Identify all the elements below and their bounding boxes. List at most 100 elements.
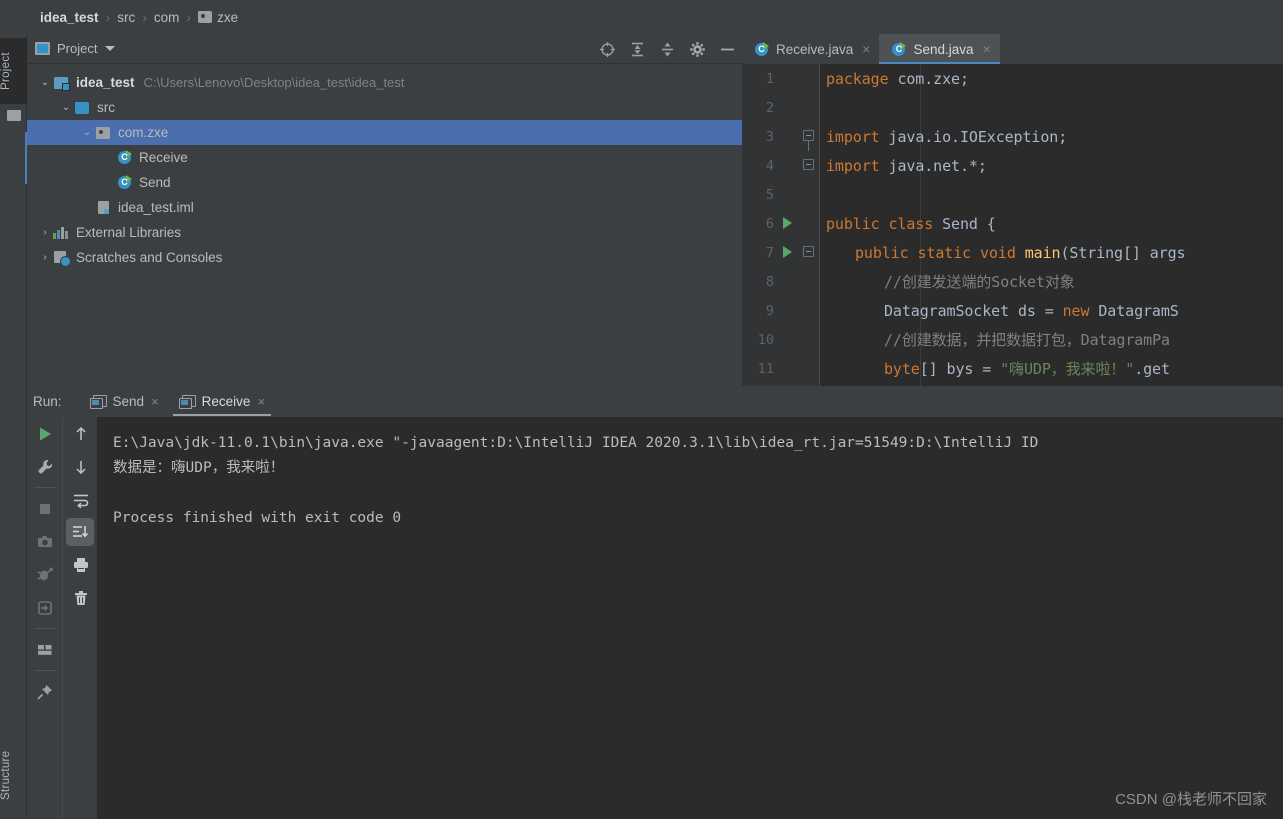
sidebar-tab-project[interactable]: Project xyxy=(0,38,27,104)
breadcrumb-item-idea_test[interactable]: idea_test xyxy=(40,10,99,25)
chevron-down-icon[interactable]: ⌄ xyxy=(37,77,53,88)
run-badge-icon xyxy=(126,175,132,183)
iml-file-icon xyxy=(95,200,112,215)
run-icon[interactable] xyxy=(27,417,62,450)
tree-node-external-libraries[interactable]: › External Libraries xyxy=(27,220,742,245)
code-token: package xyxy=(826,69,889,88)
tree-node-scratches-and-consoles[interactable]: › Scratches and Consoles xyxy=(27,245,742,270)
toolbar-divider-2 xyxy=(33,628,56,629)
sidebar-tab-structure-label: Structure xyxy=(0,750,12,800)
code-lines: 1 package com.zxe; 2 3 import java.io.IOExce… xyxy=(742,64,1283,383)
gutter-run-icon[interactable] xyxy=(780,244,796,260)
console-icon xyxy=(89,394,107,409)
close-icon[interactable]: × xyxy=(151,394,159,409)
settings-gear-icon[interactable] xyxy=(689,41,706,58)
scroll-to-end-icon[interactable] xyxy=(66,518,94,546)
debug-icon[interactable] xyxy=(27,558,62,591)
gutter-fold-icon[interactable] xyxy=(802,244,818,260)
close-icon[interactable]: × xyxy=(257,394,265,409)
chevron-down-icon[interactable] xyxy=(105,46,116,51)
gutter-run-icon[interactable] xyxy=(780,215,796,231)
scratches-icon xyxy=(53,250,71,267)
layout-icon[interactable] xyxy=(27,633,62,666)
module-icon xyxy=(53,75,70,91)
line-number: 5 xyxy=(765,186,774,203)
tree-node-receive[interactable]: ⌄ Receive xyxy=(27,145,742,170)
tree-node-src[interactable]: ⌄ src xyxy=(27,95,742,120)
tree-node-label: Receive xyxy=(139,150,188,165)
code-editor[interactable]: 1 package com.zxe; 2 3 import java.io.IOExce… xyxy=(742,64,1283,386)
code-line: 10 //创建数据，并把数据打包，DatagramPa xyxy=(742,325,1283,354)
scroll-up-icon[interactable] xyxy=(63,417,98,450)
tree-node-label: External Libraries xyxy=(76,225,182,240)
run-panel-header: Run: Send × Receive × xyxy=(27,386,1283,417)
breadcrumb-item-zxe[interactable]: zxe xyxy=(217,10,238,25)
code-token: //创建数据，并把数据打包，DatagramPa xyxy=(884,331,1170,349)
collapse-all-icon[interactable] xyxy=(659,41,676,58)
tree-node-com-zxe[interactable]: ⌄ com.zxe xyxy=(27,120,742,145)
tree-node-send[interactable]: ⌄ Send xyxy=(27,170,742,195)
minimize-icon[interactable] xyxy=(719,41,736,58)
tree-node-idea_test[interactable]: ⌄ idea_test C:\Users\Lenovo\Desktop\idea_t… xyxy=(27,70,742,95)
run-tab-bar: Send × Receive × xyxy=(80,386,276,417)
gutter-fold-icon[interactable] xyxy=(802,157,818,173)
close-icon[interactable]: × xyxy=(983,41,991,57)
run-tab-send[interactable]: Send × xyxy=(80,386,169,417)
line-number: 2 xyxy=(765,99,774,116)
editor-tab-bar: Receive.java × Send.java × xyxy=(742,34,1283,64)
locate-icon[interactable] xyxy=(599,41,616,58)
soft-wrap-icon[interactable] xyxy=(63,483,98,516)
chevron-right-icon[interactable]: › xyxy=(37,252,53,263)
expand-all-icon[interactable] xyxy=(629,41,646,58)
tree-spacer: ⌄ xyxy=(100,152,116,163)
chevron-down-icon[interactable]: ⌄ xyxy=(79,127,95,138)
code-text: //创建数据，并把数据打包，DatagramPa xyxy=(826,329,1170,350)
breadcrumb-item-com[interactable]: com xyxy=(154,10,180,25)
wrench-icon[interactable] xyxy=(27,450,62,483)
close-icon[interactable]: × xyxy=(862,41,870,57)
run-tool-window: Run: Send × Receive × E:\Java\jdk-11.0.1… xyxy=(27,386,1283,819)
trash-icon[interactable] xyxy=(63,581,98,614)
code-line: 1 package com.zxe; xyxy=(742,64,1283,93)
code-token: DatagramS xyxy=(1089,301,1179,320)
sidebar-tab-structure[interactable]: Structure xyxy=(0,737,27,813)
code-token: .get xyxy=(1134,360,1170,378)
console-output[interactable]: E:\Java\jdk-11.0.1\bin\java.exe "-javaag… xyxy=(97,417,1283,819)
line-number: 6 xyxy=(765,215,774,232)
code-token: "嗨UDP，我来啦！" xyxy=(1000,360,1135,378)
run-tab-receive[interactable]: Receive × xyxy=(169,386,275,417)
tree-node-idea_test-iml[interactable]: ⌄ idea_test.iml xyxy=(27,195,742,220)
project-icon xyxy=(35,42,50,55)
export-icon[interactable] xyxy=(27,591,62,624)
run-toolbar-left xyxy=(27,417,62,819)
line-number: 3 xyxy=(765,128,774,145)
gutter-fold-icon[interactable] xyxy=(802,128,818,151)
scroll-down-icon[interactable] xyxy=(63,450,98,483)
code-line: 2 xyxy=(742,93,1283,122)
project-tree[interactable]: ⌄ idea_test C:\Users\Lenovo\Desktop\idea_t… xyxy=(27,64,742,386)
line-number: 4 xyxy=(765,157,774,174)
idea-window: idea_test › src › com › zxe Project Structure … xyxy=(0,0,1283,819)
code-line: 9 DatagramSocket ds = new DatagramS xyxy=(742,296,1283,325)
chevron-right-icon[interactable]: › xyxy=(37,227,53,238)
breadcrumb-separator: › xyxy=(186,9,192,25)
console-line: E:\Java\jdk-11.0.1\bin\java.exe "-javaag… xyxy=(113,435,1039,451)
stop-icon[interactable] xyxy=(27,492,62,525)
run-badge-icon xyxy=(126,150,132,158)
code-token: new xyxy=(1062,301,1090,320)
camera-icon[interactable] xyxy=(27,525,62,558)
print-icon[interactable] xyxy=(63,548,98,581)
project-tool-window: Project ⌄ idea_test C:\Users\Lenovo\Desk… xyxy=(27,34,742,386)
code-line: 5 xyxy=(742,180,1283,209)
code-text: DatagramSocket ds = new DatagramS xyxy=(826,302,1179,320)
code-token: public class xyxy=(826,214,934,233)
tree-node-label: idea_test xyxy=(76,75,135,90)
toolbar-divider-3 xyxy=(33,670,56,671)
chevron-down-icon[interactable]: ⌄ xyxy=(58,102,74,113)
pin-icon[interactable] xyxy=(27,675,62,708)
line-number: 11 xyxy=(757,360,774,377)
breadcrumb-item-src[interactable]: src xyxy=(117,10,135,25)
editor-tab-send-java[interactable]: Send.java × xyxy=(879,34,1000,64)
editor-tab-receive-java[interactable]: Receive.java × xyxy=(742,34,879,64)
code-line: 6 public class Send { xyxy=(742,209,1283,238)
